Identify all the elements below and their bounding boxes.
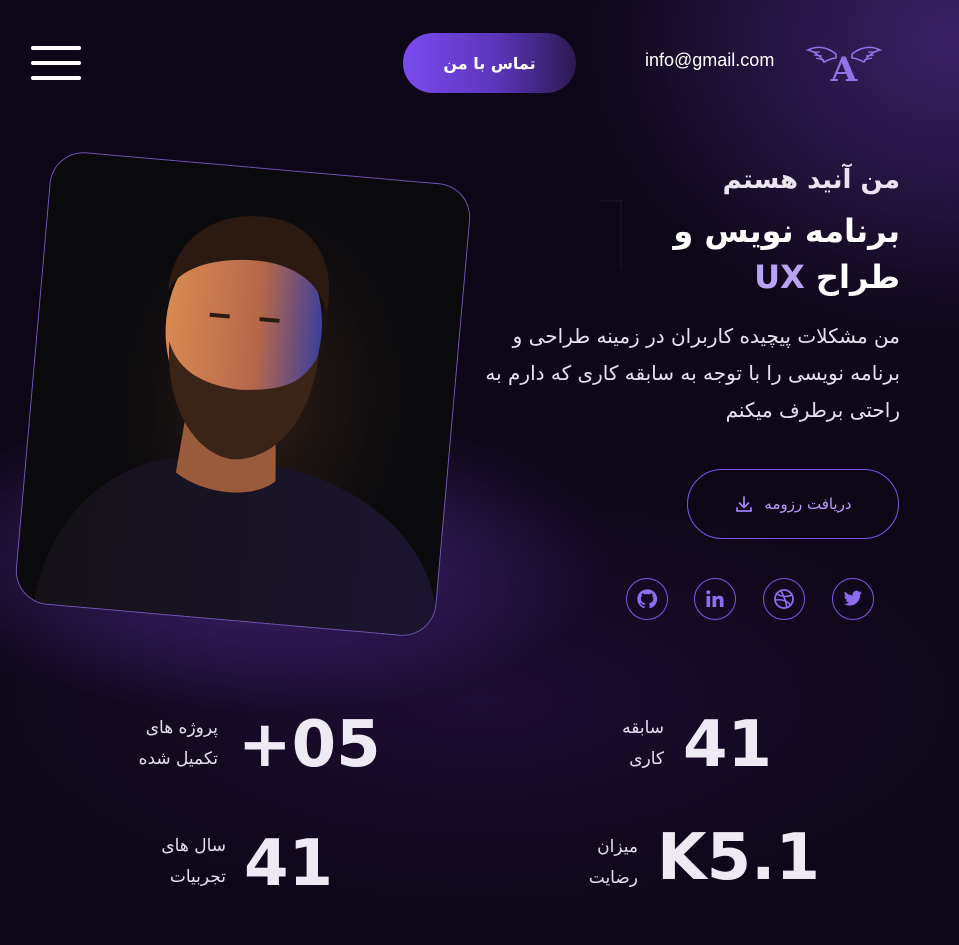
stat-work-experience-value: 41 — [683, 708, 773, 782]
headline-role: طراح — [815, 258, 900, 296]
logo[interactable]: A — [805, 40, 883, 90]
contact-me-button[interactable]: تماس با من — [403, 33, 576, 93]
headline-accent: UX — [754, 258, 805, 296]
greeting-heading: من آنید هستم — [722, 165, 900, 195]
download-resume-button[interactable]: دریافت رزومه — [687, 469, 899, 539]
stat-label-line: تجربیات — [169, 867, 226, 887]
svg-text:A: A — [830, 50, 858, 86]
stat-label-line: سال های — [161, 836, 226, 856]
github-button[interactable] — [626, 578, 668, 620]
winged-a-logo-icon: A — [805, 46, 883, 90]
hero-description: من مشکلات پیچیده کاربران در زمینه طراحی … — [485, 324, 900, 422]
stat-projects-label: پروژه های تکمیل شده — [110, 713, 218, 775]
github-icon — [637, 589, 658, 609]
menu-bar — [31, 61, 81, 65]
stat-label-line: میزان — [597, 837, 638, 857]
headline-line-2: طراح UX — [540, 254, 900, 300]
stat-label-line: پروژه های — [145, 718, 218, 738]
stat-label-line: کاری — [629, 749, 664, 769]
stat-label-line: رضایت — [588, 868, 638, 888]
stat-satisfaction-label: میزان رضایت — [565, 832, 638, 894]
stat-projects-value: +05 — [238, 708, 381, 782]
decorative-line — [600, 200, 622, 202]
stat-satisfaction-value: K5.1 — [657, 821, 820, 895]
dribbble-button[interactable] — [763, 578, 805, 620]
download-icon — [736, 496, 753, 512]
profile-photo — [13, 149, 473, 639]
twitter-button[interactable] — [832, 578, 874, 620]
menu-bar — [31, 46, 81, 50]
twitter-icon — [843, 590, 863, 606]
dribbble-icon — [774, 589, 794, 609]
resume-label: دریافت رزومه — [764, 495, 852, 513]
stat-work-experience-label: سابقه کاری — [590, 713, 664, 775]
headline: برنامه نویس و طراح UX — [540, 208, 900, 300]
stat-years-label: سال های تجربیات — [140, 831, 226, 893]
headline-line-1: برنامه نویس و — [673, 212, 900, 250]
stat-label-line: تکمیل شده — [138, 749, 218, 769]
portrait-illustration — [34, 216, 436, 638]
linkedin-button[interactable] — [694, 578, 736, 620]
header-email[interactable]: info@gmail.com — [645, 50, 774, 71]
stat-years-value: 41 — [244, 827, 334, 901]
stat-label-line: سابقه — [622, 718, 664, 738]
linkedin-icon — [706, 590, 724, 607]
menu-bar — [31, 76, 81, 80]
hamburger-menu-icon[interactable] — [31, 46, 81, 80]
